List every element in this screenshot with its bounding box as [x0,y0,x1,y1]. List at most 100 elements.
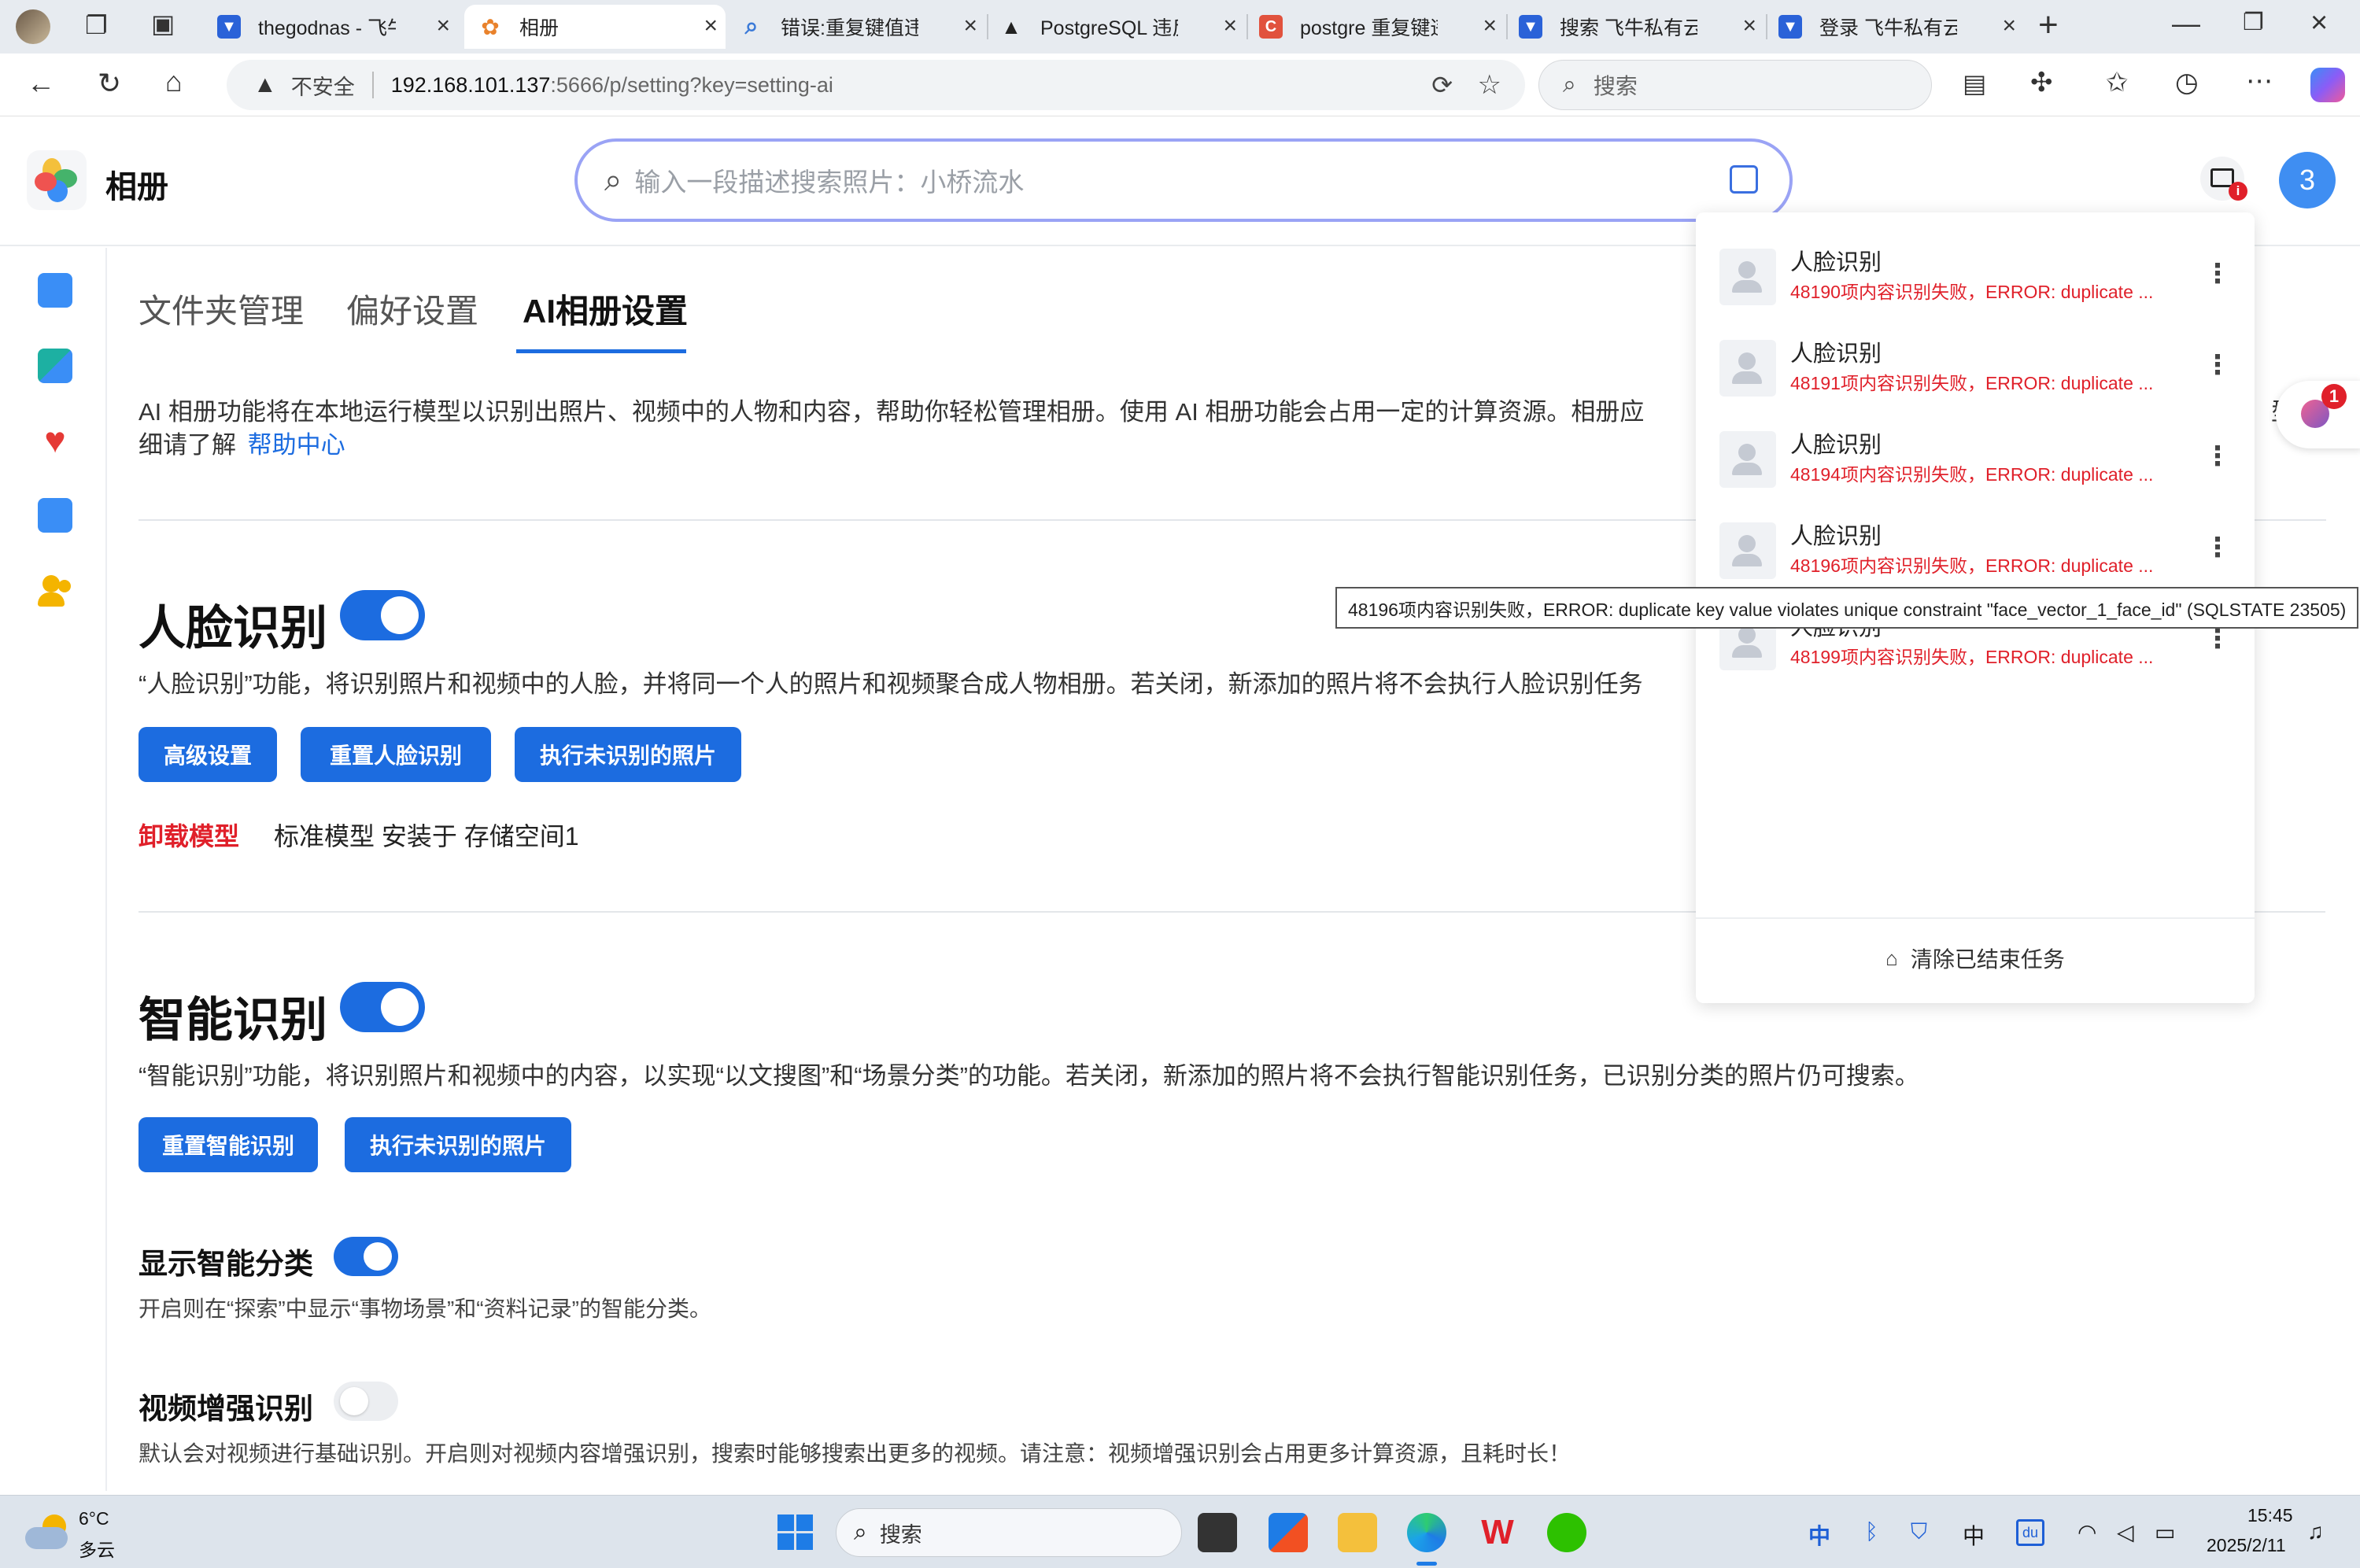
sidebar-albums-icon[interactable] [38,349,72,383]
refresh-icon[interactable]: ↻ [98,69,121,98]
image-search-icon[interactable] [1730,165,1758,194]
more-menu-icon[interactable]: ⋯ [2246,68,2273,94]
sidebar-people-icon[interactable] [38,574,72,608]
clock-date[interactable]: 2025/2/11 [2207,1535,2286,1556]
url-host: 192.168.101.137 [390,72,551,97]
run-unrecognized-face-button[interactable]: 执行未识别的照片 [515,727,741,782]
sidebar-photos-icon[interactable] [38,273,72,308]
close-window-icon[interactable]: × [2310,8,2328,38]
tab-search-forum[interactable]: ▼ 搜索 飞牛私有云论 × [1512,5,1764,49]
toggle-knob [381,596,419,634]
home-icon[interactable]: ⌂ [165,68,183,96]
floating-assistant-button[interactable]: 1 [2276,381,2360,448]
security-shield-icon[interactable]: ⛉ [1911,1519,1927,1545]
tab-postgre-duplicate[interactable]: C postgre 重复键违反 × [1253,5,1505,49]
favorites-icon[interactable]: ✩ [2106,69,2129,96]
microsoft-store-icon[interactable] [1269,1513,1308,1552]
tab-thegodnas[interactable]: ▼ thegodnas - 飞牛私 × [214,5,458,49]
new-tab-button[interactable]: + [2038,8,2059,42]
battery-icon[interactable]: ▭ [2155,1519,2175,1545]
help-center-link[interactable]: 帮助中心 [248,431,345,459]
extensions-icon[interactable]: ✣ [2030,69,2053,96]
address-bar[interactable]: ▲ 不安全 192.168.101.137 :5666/p/setting?ke… [227,60,1525,110]
volume-icon[interactable]: ◁ [2117,1519,2134,1545]
search-icon: ⌕ [604,162,622,197]
bluetooth-icon[interactable]: ᛒ [1865,1519,1878,1544]
du-app-icon[interactable]: du [2016,1519,2044,1546]
close-icon[interactable]: × [1483,13,1497,39]
active-tab-indicator [516,349,686,353]
file-explorer-icon[interactable] [1338,1513,1377,1552]
task-item[interactable]: 人脸识别 48196项内容识别失败，ERROR: duplicate ... ⋮ [1719,518,2239,596]
clock-time[interactable]: 15:45 [2247,1505,2293,1526]
vertical-tabs-icon[interactable]: ▣ [151,11,175,36]
split-screen-icon[interactable]: ▤ [1963,71,1986,96]
close-icon[interactable]: × [436,13,450,39]
minimize-icon[interactable]: — [2172,9,2200,38]
graduation-cap-favicon-icon: ▲ [1001,14,1021,39]
toggle-knob [340,1387,368,1415]
task-center-icon[interactable]: i [2200,157,2247,201]
tab-album[interactable]: ✿ 相册 × [464,5,726,49]
ime-indicator[interactable]: 中 [1808,1519,1830,1551]
task-more-icon[interactable]: ⋮ [2204,258,2231,290]
close-icon[interactable]: × [1223,13,1237,39]
task-more-icon[interactable]: ⋮ [2204,349,2231,381]
uninstall-model-link[interactable]: 卸载模型 [138,817,239,853]
history-icon[interactable]: ◷ [2175,69,2199,96]
workspaces-icon[interactable]: ❐ [85,13,108,38]
close-icon[interactable]: × [1742,13,1756,39]
task-item[interactable]: 人脸识别 48191项内容识别失败，ERROR: duplicate ... ⋮ [1719,335,2239,414]
browser-search-box[interactable]: ⌕ 搜索 [1538,60,1932,110]
tab-error-search[interactable]: ⌕ 错误:重复键值违反 × [733,5,985,49]
sidebar-favorites-icon[interactable]: ♥ [38,422,72,458]
restore-icon[interactable]: ❐ [2243,11,2264,35]
translate-icon[interactable]: ⟳ [1431,70,1453,100]
show-smart-category-toggle[interactable] [334,1237,398,1276]
tab-postgresql[interactable]: ▲ PostgreSQL 违反唯 × [993,5,1245,49]
windows-start-icon[interactable] [776,1513,815,1552]
notification-bell-icon[interactable]: ♫ [2307,1519,2324,1544]
task-more-icon[interactable]: ⋮ [2204,532,2231,563]
wifi-icon[interactable]: ◠ [2077,1519,2096,1545]
tab-folder-management[interactable]: 文件夹管理 [138,285,304,333]
ime-mode[interactable]: 中 [1963,1519,1985,1551]
tab-ai-album-settings[interactable]: AI相册设置 [523,285,688,333]
sidebar-memories-icon[interactable] [38,498,72,533]
task-item[interactable]: 人脸识别 48194项内容识别失败，ERROR: duplicate ... ⋮ [1719,426,2239,505]
tab-login-forum[interactable]: ▼ 登录 飞牛私有云论 × [1772,5,2024,49]
taskbar-search-box[interactable]: ⌕ 搜索 [836,1508,1182,1557]
task-view-icon[interactable] [1198,1513,1237,1552]
reset-face-recognition-button[interactable]: 重置人脸识别 [301,727,491,782]
reset-smart-recognition-button[interactable]: 重置智能识别 [138,1117,318,1172]
wps-icon[interactable]: W [1478,1513,1517,1552]
search-icon: ⌕ [854,1519,867,1545]
smart-recognition-toggle[interactable] [340,982,425,1032]
favorite-star-icon[interactable]: ☆ [1478,69,1501,101]
ai-search-input[interactable]: 输入一段描述搜索照片：小桥流水 [634,161,1024,199]
tab-separator [1506,14,1508,39]
video-enhance-toggle[interactable] [334,1382,398,1421]
task-more-icon[interactable]: ⋮ [2204,441,2231,472]
tab-preferences[interactable]: 偏好设置 [346,285,478,333]
sidebar: ♥ [0,248,107,1491]
face-task-icon [1719,340,1776,397]
wechat-icon[interactable] [1547,1513,1586,1552]
task-item[interactable]: 人脸识别 48190项内容识别失败，ERROR: duplicate ... ⋮ [1719,244,2239,323]
close-icon[interactable]: × [704,13,718,39]
model-info: 标准模型 安装于 存储空间1 [274,822,579,850]
close-icon[interactable]: × [963,13,977,39]
ai-search-bar[interactable]: ⌕ 输入一段描述搜索照片：小桥流水 [574,138,1793,222]
close-icon[interactable]: × [2002,13,2016,39]
feiniu-favicon-icon: ▼ [1519,15,1542,39]
edge-browser-icon[interactable] [1407,1513,1446,1552]
copilot-icon[interactable] [2310,68,2345,102]
run-unrecognized-smart-button[interactable]: 执行未识别的照片 [345,1117,571,1172]
profile-avatar[interactable] [16,9,50,44]
clear-finished-tasks-button[interactable]: ⌂ 清除已结束任务 [1696,919,2255,998]
face-recognition-toggle[interactable] [340,590,425,640]
advanced-settings-button[interactable]: 高级设置 [138,727,277,782]
back-icon[interactable]: ← [27,69,55,98]
user-avatar[interactable]: 3 [2279,152,2336,208]
weather-cloud-icon[interactable] [25,1515,71,1549]
